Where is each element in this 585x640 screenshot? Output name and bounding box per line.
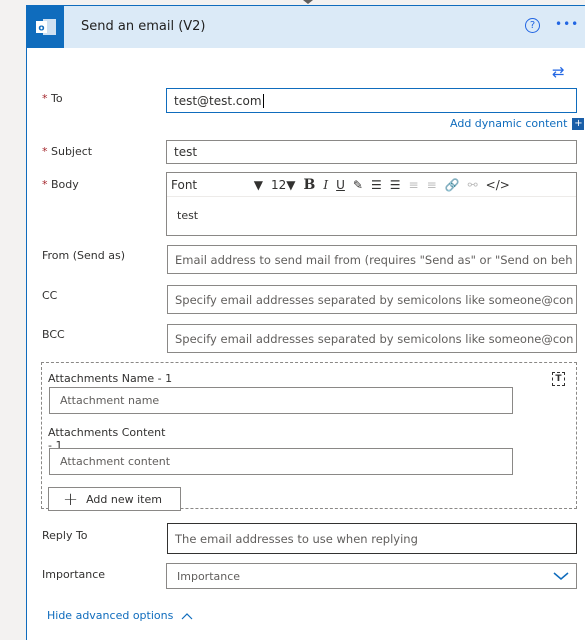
card-header[interactable]: o Send an email (V2) ? ••• (27, 6, 585, 48)
indent-icon[interactable]: ≡ (405, 178, 423, 192)
chevron-up-icon (181, 612, 193, 619)
switch-to-text-icon[interactable]: T (552, 372, 565, 386)
underline-icon[interactable]: U (332, 178, 349, 192)
subject-label: * Subject (42, 145, 93, 158)
chevron-down-icon (553, 572, 569, 580)
svg-text:o: o (38, 24, 44, 34)
cc-label: CC (42, 289, 58, 302)
bullet-list-icon[interactable]: ☰ (367, 178, 386, 192)
numbered-list-icon[interactable]: ☰ (386, 178, 405, 192)
connector-arrow-icon (303, 0, 313, 4)
add-new-item-button[interactable]: + Add new item (48, 487, 181, 511)
attachment-content-input[interactable]: Attachment content (49, 448, 513, 475)
subject-input[interactable]: test (166, 140, 577, 164)
hide-advanced-options[interactable]: Hide advanced options (47, 609, 193, 622)
italic-icon[interactable]: I (319, 178, 332, 192)
font-select[interactable]: Font ▼ (167, 178, 267, 192)
color-picker-icon[interactable]: ✎ (349, 178, 367, 192)
importance-label: Importance (42, 568, 106, 581)
reply-to-input[interactable]: The email addresses to use when replying (167, 523, 577, 554)
ellipsis-icon[interactable]: ••• (555, 17, 579, 31)
plus-icon: + (63, 488, 79, 510)
action-card: o Send an email (V2) ? ••• ⇄ * To test@t… (26, 5, 585, 640)
unlink-icon[interactable]: ⚯ (464, 178, 482, 192)
bcc-label: BCC (42, 328, 65, 341)
editor-toolbar: Font ▼ 12▼ B I U ✎ ☰ ☰ ≡ ≡ 🔗 ⚯ </> (167, 173, 576, 197)
outlook-icon: o (27, 6, 64, 48)
from-input[interactable]: Email address to send mail from (require… (167, 245, 577, 274)
importance-dropdown[interactable]: Importance (166, 563, 577, 589)
hide-advanced-link[interactable]: Hide advanced options (47, 609, 173, 622)
cc-input[interactable]: Specify email addresses separated by sem… (167, 285, 577, 314)
help-circle-icon[interactable]: ? (525, 18, 540, 33)
add-dynamic-content[interactable]: Add dynamic content + (450, 117, 585, 130)
outdent-icon[interactable]: ≡ (423, 178, 441, 192)
body-text[interactable]: test (167, 197, 576, 234)
from-label: From (Send as) (42, 249, 126, 262)
swap-icon[interactable]: ⇄ (552, 63, 565, 81)
attachment-name-input[interactable]: Attachment name (49, 387, 513, 414)
card-title: Send an email (V2) (81, 19, 206, 34)
to-input[interactable]: test@test.com (166, 88, 577, 113)
add-dynamic-content-link[interactable]: Add dynamic content (450, 117, 567, 130)
reply-to-label: Reply To (42, 529, 88, 542)
code-view-icon[interactable]: </> (482, 178, 514, 192)
bold-icon[interactable]: B (300, 177, 320, 193)
body-editor[interactable]: Font ▼ 12▼ B I U ✎ ☰ ☰ ≡ ≡ 🔗 ⚯ </> test (166, 172, 577, 236)
link-icon[interactable]: 🔗 (441, 178, 464, 192)
bcc-input[interactable]: Specify email addresses separated by sem… (167, 324, 577, 353)
to-label: * To (42, 92, 63, 105)
font-size-select[interactable]: 12▼ (267, 178, 300, 192)
body-label: * Body (42, 178, 79, 191)
attachments-name-label: Attachments Name - 1 (48, 372, 173, 385)
plus-icon[interactable]: + (572, 117, 585, 130)
attachments-group: Attachments Name - 1 Attachment name Att… (41, 362, 577, 511)
